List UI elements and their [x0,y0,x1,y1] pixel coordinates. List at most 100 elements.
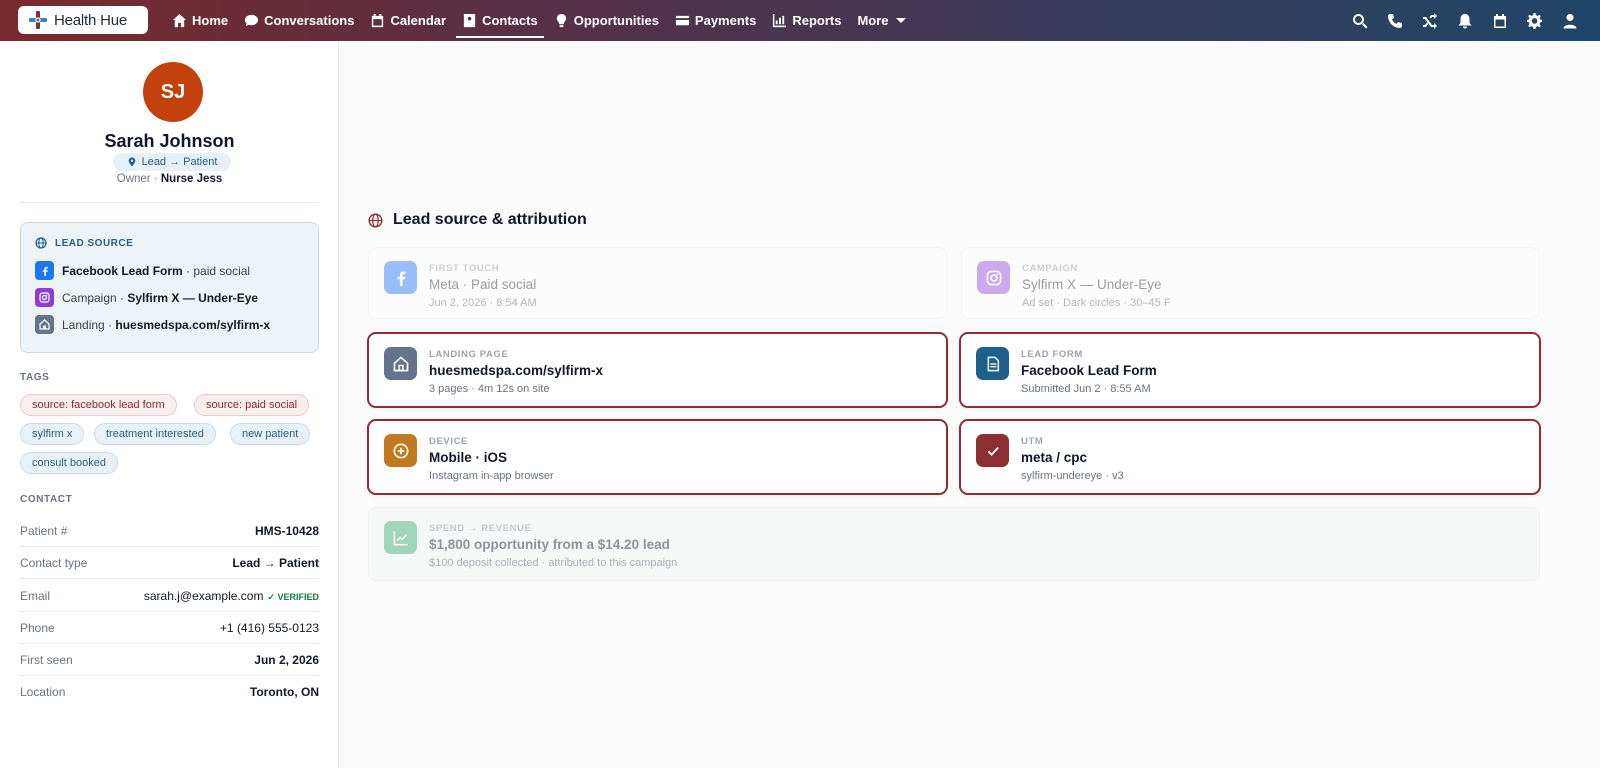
field-label: First seen [20,652,73,667]
contact-row-patient-number: Patient # HMS-10428 [20,515,319,547]
nav-payments-label: Payments [694,13,757,28]
bell-icon[interactable] [1457,13,1473,29]
card-label: SPEND → REVENUE [429,523,532,534]
search-icon[interactable] [1352,13,1368,29]
card-label: UTM [1021,436,1044,447]
calendar-icon [372,13,384,28]
campaign-card[interactable]: CAMPAIGN Sylfirm X — Under-Eye Ad set · … [961,247,1540,319]
user-icon[interactable] [1562,13,1578,29]
tag-chip[interactable]: source: paid social [194,394,310,416]
nav-contacts-label: Contacts [482,13,538,28]
tags-title: TAGS [20,372,50,383]
nav-conversations[interactable]: Conversations [236,0,362,41]
nav-contacts[interactable]: Contacts [454,0,546,41]
nav-payments[interactable]: Payments [667,0,764,41]
card-subtext: $100 deposit collected · attributed to t… [429,557,678,569]
lead-form-card[interactable]: LEAD FORM Facebook Lead Form Submitted J… [959,332,1541,408]
check-icon [976,434,1009,467]
card-label: DEVICE [429,436,468,447]
card-value: Facebook Lead Form [1021,363,1157,378]
globe-icon [35,237,47,249]
instagram-icon [35,288,54,307]
landing-url[interactable]: huesmedspa.com/sylfirm-x [115,318,270,332]
tag-chip[interactable]: sylfirm x [20,423,85,445]
phone-value[interactable]: +1 (416) 555-0123 [220,621,319,635]
lead-source-row-landing: Landing · huesmedspa.com/sylfirm-x [35,315,270,334]
field-label: Email [20,588,51,603]
section-title-text: Lead source & attribution [393,211,587,228]
lead-source-title-text: LEAD SOURCE [55,237,134,249]
chart-icon [773,13,787,28]
nav-opportunities-label: Opportunities [573,13,659,28]
home-icon [35,315,54,334]
home-icon [172,13,187,28]
card-subtext: Submitted Jun 2 · 8:55 AM [1021,383,1151,395]
field-value[interactable]: Toronto, ON [250,685,319,699]
campaign-prefix: Campaign · [62,290,128,305]
landing-prefix: Landing · [62,317,116,332]
field-label: Patient # [20,523,68,538]
gear-icon[interactable] [1527,12,1543,29]
card-subtext: Ad set · Dark circles · 30–45 F [1022,297,1171,309]
nav-reports[interactable]: Reports [764,0,849,41]
trend-chart-icon [384,521,417,554]
tag-chip[interactable]: new patient [230,423,311,445]
device-card[interactable]: DEVICE Mobile · iOS Instagram in-app bro… [367,419,948,495]
lead-source-box: LEAD SOURCE Facebook Lead Form · paid so… [20,222,319,353]
document-icon [976,347,1009,380]
facebook-icon [384,261,417,294]
contact-row-phone: Phone +1 (416) 555-0123 [20,612,319,644]
top-nav-actions [1352,0,1578,41]
card-value: Sylfirm X — Under-Eye [1022,277,1162,292]
logo-mark-icon [28,10,48,30]
card-value: meta / cpc [1021,450,1088,465]
contact-row-contact-type: Contact type Lead → Patient [20,547,319,579]
landing-page-card[interactable]: LANDING PAGE huesmedspa.com/sylfirm-x 3 … [367,332,948,408]
lead-source-row-form: Facebook Lead Form · paid social [35,261,250,280]
card-label: LEAD FORM [1021,349,1083,360]
card-label: FIRST TOUCH [429,263,500,274]
phone-icon[interactable] [1387,13,1403,29]
first-touch-card[interactable]: FIRST TOUCH Meta · Paid social Jun 2, 20… [368,247,947,319]
location-pin-icon [128,157,135,167]
nav-home[interactable]: Home [164,0,236,41]
nav-calendar[interactable]: Calendar [362,0,454,41]
tag-chip[interactable]: source: facebook lead form [20,394,177,416]
nav-opportunities[interactable]: Opportunities [546,0,667,41]
contact-row-first-seen: First seen Jun 2, 2026 [20,644,319,676]
card-value: Meta · Paid social [429,277,537,292]
top-nav: Health Hue Home Conversations Calendar C… [0,0,1600,41]
calendar-icon[interactable] [1492,13,1508,29]
nav-home-label: Home [192,13,229,28]
tag-chip[interactable]: treatment interested [94,423,216,445]
owner-label: Owner · [116,173,158,185]
section-title: Lead source & attribution [368,211,587,229]
utm-card[interactable]: UTM meta / cpc sylfirm-undereye · v3 [959,419,1541,495]
lead-source-title: LEAD SOURCE [35,237,133,249]
contact-title: CONTACT [20,494,73,505]
spend-revenue-card[interactable]: SPEND → REVENUE $1,800 opportunity from … [368,507,1540,581]
card-value: $1,800 opportunity from a $14.20 lead [429,537,670,552]
chat-icon [245,14,259,27]
card-subtext: Jun 2, 2026 · 8:54 AM [429,297,537,309]
brand-logo[interactable]: Health Hue [18,6,148,34]
divider [20,202,319,203]
contact-row-location: Location Toronto, ON [20,676,319,708]
field-value[interactable]: Lead → Patient [232,556,319,570]
brand-name: Health Hue [54,11,128,29]
field-value[interactable]: Jun 2, 2026 [254,653,319,667]
email-value[interactable]: sarah.j@example.com [144,589,264,603]
home-icon [384,347,417,380]
shuffle-icon[interactable] [1422,12,1438,29]
nav-conversations-label: Conversations [264,13,355,28]
nav-more[interactable]: More [849,0,913,41]
field-value[interactable]: HMS-10428 [255,524,319,538]
status-badge[interactable]: Lead → Patient [113,153,231,171]
lead-form-name: Facebook Lead Form [62,263,183,278]
card-subtext: sylfirm-undereye · v3 [1021,470,1124,482]
tag-chip[interactable]: consult booked [20,452,118,474]
instagram-icon [977,261,1010,294]
card-icon [675,15,689,26]
owner-name: Nurse Jess [160,173,223,185]
main-nav: Home Conversations Calendar Contacts Opp… [164,0,914,41]
